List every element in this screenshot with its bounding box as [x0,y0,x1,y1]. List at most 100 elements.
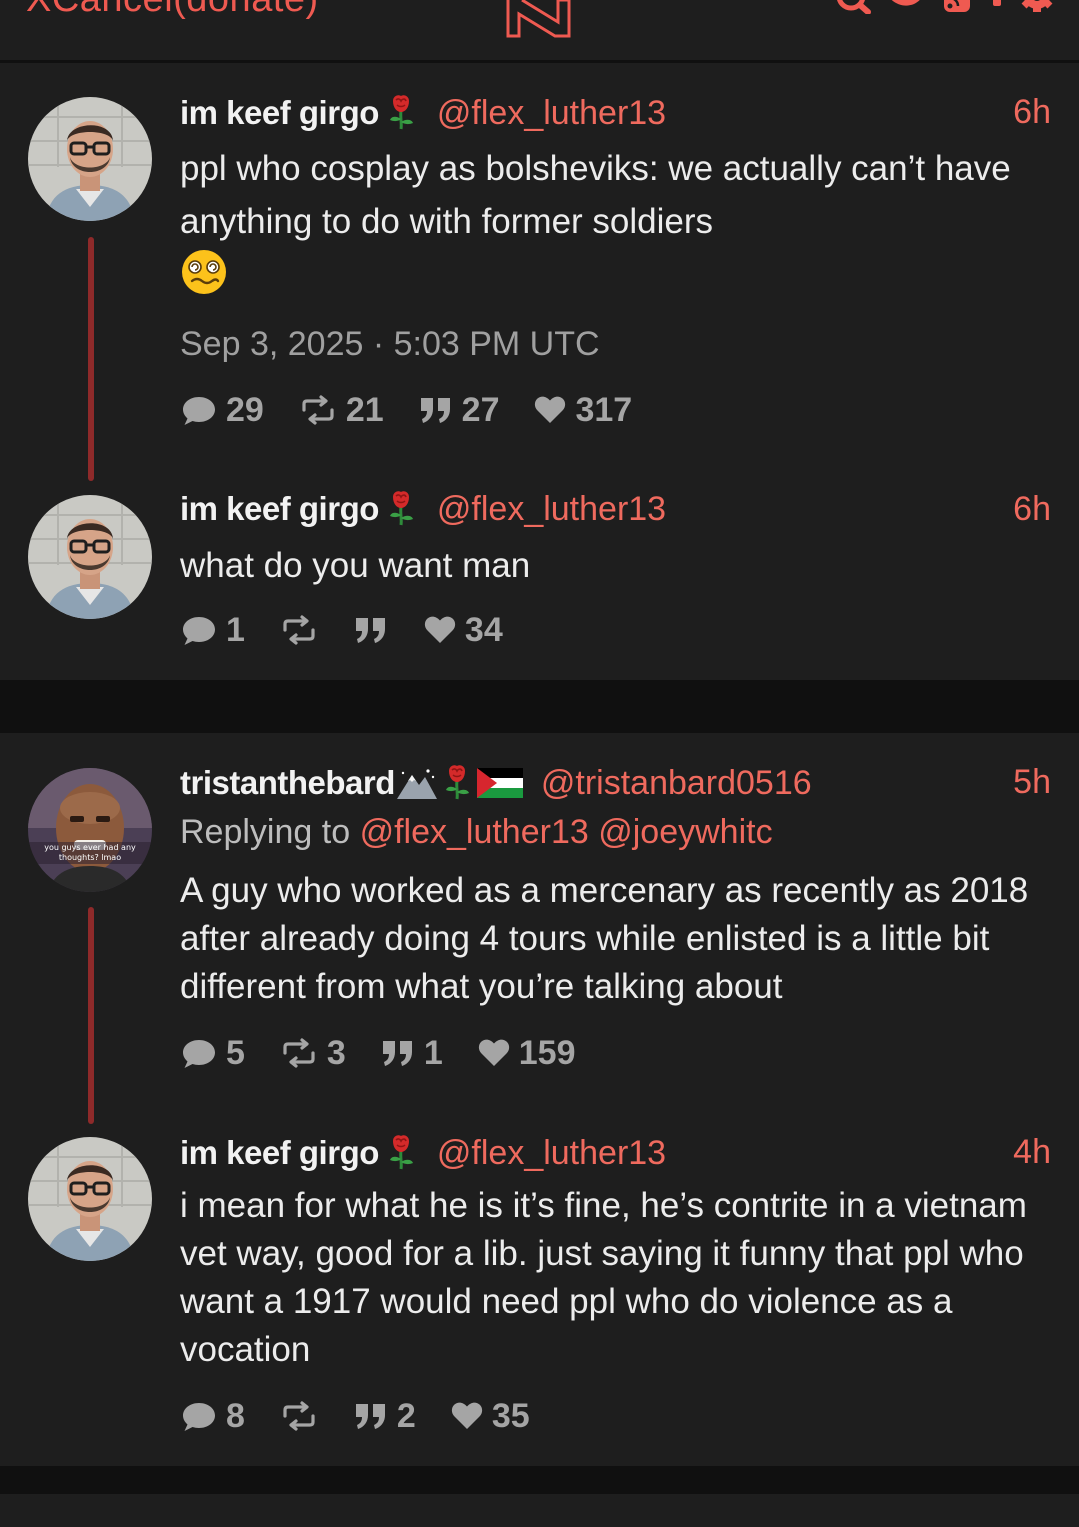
tweet-stats: 8 2 35 [180,1396,564,1436]
tweet[interactable]: im keef girgo @flex_luther13 6h ppl who … [0,63,1079,481]
tweet-text: i mean for what he is it’s fine, he’s co… [180,1186,1027,1369]
username-handle[interactable]: @flex_luther13 [437,1134,666,1173]
tweet-text: A guy who worked as a mercenary as recen… [180,871,1029,1006]
like-count: 34 [464,610,503,649]
quote-icon [355,618,385,643]
replying-to-label: Replying to [180,813,351,851]
tweet-text: ppl who cosplay as bolsheviks: we actual… [180,142,1045,301]
tweet-time[interactable]: 6h [1013,93,1051,132]
palestine-flag-icon [476,768,523,798]
nitter-logo-icon[interactable] [503,0,573,40]
retweet-stat[interactable] [279,1400,319,1432]
retweet-stat[interactable]: 3 [279,1034,346,1073]
twitter-bird-icon[interactable] [886,0,926,14]
comment-stat[interactable]: 1 [180,611,245,650]
comment-stat[interactable]: 8 [180,1397,245,1436]
quote-stat[interactable]: 27 [418,390,500,430]
username-handle[interactable]: @flex_luther13 [437,490,666,529]
comment-count: 1 [226,610,245,649]
display-name[interactable]: im keef girgo [180,1134,379,1172]
comment-icon [183,1403,215,1431]
rose-emoji-icon [388,489,415,527]
avatar[interactable] [28,97,152,221]
display-name[interactable]: im keef girgo [180,490,379,528]
svg-text:thoughts? lmao: thoughts? lmao [59,853,121,862]
tweet-header: im keef girgo @flex_luther13 [180,1133,666,1173]
tweet[interactable]: im keef girgo @flex_luther13 4h i mean f… [0,1103,1079,1466]
quote-stat[interactable] [353,613,389,647]
rose-emoji-icon [388,93,415,131]
tweet[interactable]: you guys ever had any thoughts? lmao tri… [0,733,1079,1124]
tweet-header: im keef girgo @flex_luther13 [180,489,666,529]
display-name[interactable]: im keef girgo [180,94,379,132]
svg-text:you guys ever had any: you guys ever had any [44,843,136,852]
thread: you guys ever had any thoughts? lmao tri… [0,733,1079,1466]
rose-emoji-icon [444,763,471,801]
quote-count: 1 [423,1033,443,1072]
like-count: 35 [491,1396,530,1435]
retweet-icon [283,615,315,645]
tweet-header: tristanthebard @tristanbard0516 [180,763,812,803]
username-handle[interactable]: @flex_luther13 [437,94,666,133]
gear-icon[interactable] [1020,0,1054,14]
avatar[interactable] [28,1137,152,1261]
comment-count: 29 [226,390,264,429]
quote-stat[interactable]: 1 [380,1034,443,1073]
comment-icon [183,1040,215,1068]
quote-stat[interactable]: 2 [353,1397,416,1436]
like-stat[interactable]: 159 [477,1034,576,1073]
tweet-stats: 5 3 1 159 [180,1033,610,1073]
like-stat[interactable]: 35 [450,1397,530,1436]
comment-icon [183,617,215,645]
tweet-time[interactable]: 4h [1013,1133,1051,1172]
username-handle[interactable]: @tristanbard0516 [541,764,812,803]
tweet[interactable]: im keef girgo @flex_luther13 6h what do … [0,463,1079,680]
tweet-text: what do you want man [180,546,531,585]
woozy-face-emoji-icon [182,250,226,294]
retweet-icon [283,1038,315,1068]
quote-icon [420,398,450,423]
replying-to: Replying to @flex_luther13 @joeywhitc [180,813,773,852]
retweet-icon [283,1401,315,1431]
next-thread-panel [0,1494,1079,1527]
mention-link[interactable]: @flex_luther13 [360,813,589,851]
heart-icon [451,1402,482,1429]
avatar[interactable]: you guys ever had any thoughts? lmao [28,768,152,892]
quote-count: 27 [461,390,500,429]
comment-stat[interactable]: 5 [180,1034,245,1073]
tweet-stats: 1 34 [180,610,537,650]
tweet-header: im keef girgo @flex_luther13 [180,93,666,133]
quote-icon [355,1404,385,1429]
thread-connector [88,237,94,481]
tweet-time[interactable]: 5h [1013,763,1051,802]
mention-link[interactable]: @joeywhitc [598,813,772,851]
mountain-emoji-icon [396,769,437,799]
heart-icon [535,396,566,423]
like-stat[interactable]: 317 [533,391,632,430]
comment-count: 5 [226,1033,245,1072]
like-stat[interactable]: 34 [423,611,503,650]
retweet-stat[interactable]: 21 [298,391,384,430]
rss-icon[interactable] [940,0,974,14]
site-brand-link[interactable]: XCancel(donate) [26,0,319,21]
tweet-stats: 29 21 27 317 [180,390,666,430]
heart-icon [424,616,456,643]
like-count: 317 [575,390,633,429]
comment-icon [183,397,215,425]
like-count: 159 [518,1033,576,1072]
retweet-count: 3 [326,1033,346,1072]
search-icon[interactable] [836,0,872,14]
nav-icons [836,0,1054,14]
retweet-stat[interactable] [279,614,319,646]
heart-icon [478,1039,509,1066]
top-navigation-bar: XCancel(donate) [0,0,1079,60]
avatar[interactable] [28,495,152,619]
info-icon[interactable] [988,0,1006,14]
retweet-icon [302,395,334,425]
thread: im keef girgo @flex_luther13 6h ppl who … [0,63,1079,680]
tweet-date[interactable]: Sep 3, 2025 · 5:03 PM UTC [180,325,600,364]
display-name[interactable]: tristanthebard [180,764,395,802]
retweet-count: 21 [345,390,384,429]
comment-stat[interactable]: 29 [180,391,264,430]
tweet-time[interactable]: 6h [1013,490,1051,529]
